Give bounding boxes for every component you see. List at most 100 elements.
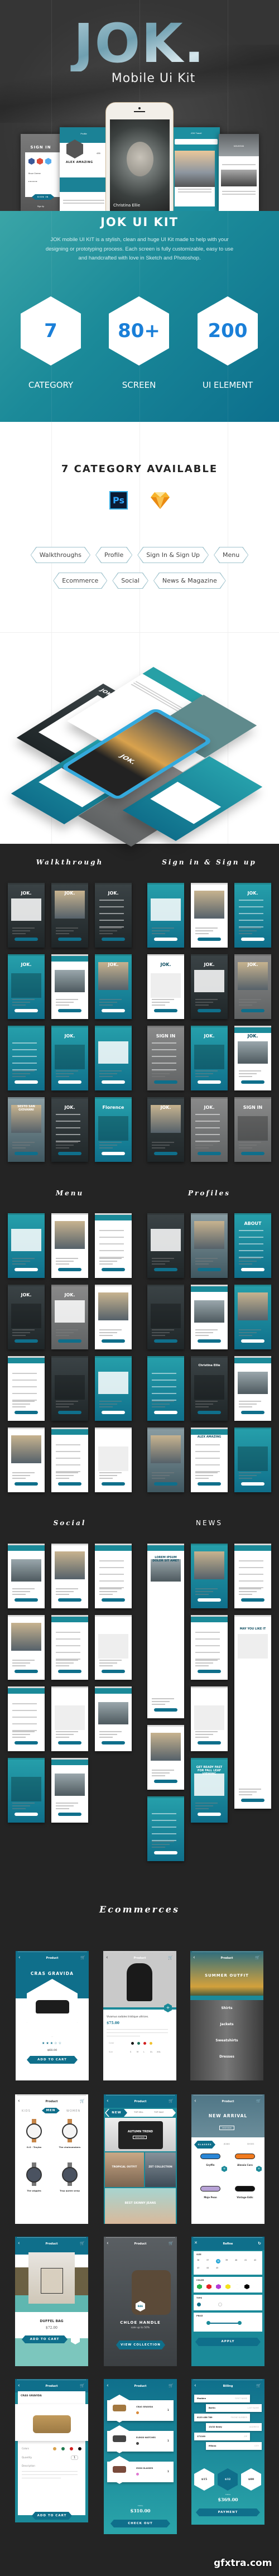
thumb-signin[interactable]: JOK. [147, 1097, 184, 1162]
size-option[interactable]: 45 [216, 2267, 218, 2269]
thumb-social[interactable] [8, 1615, 45, 1680]
color-swatch[interactable] [78, 2447, 81, 2450]
tag-walkthroughs[interactable]: Walkthroughs [31, 547, 90, 563]
size-option[interactable]: XXL [157, 2051, 161, 2053]
product-name[interactable]: Alessia Cara [228, 2164, 262, 2166]
thumb-signin[interactable]: JOK. [234, 954, 271, 1019]
payment-button[interactable]: PAYMENT [196, 2508, 260, 2516]
thumb-social[interactable] [51, 1615, 88, 1680]
color-swatch[interactable] [70, 2447, 73, 2450]
thumb-profiles[interactable]: Christina Ellie [191, 1356, 228, 1421]
thumb-signin[interactable]: JOK. [234, 883, 271, 948]
color-swatch[interactable] [131, 2042, 134, 2045]
thumb-social[interactable] [8, 1544, 45, 1608]
category-sweatshirts[interactable]: Sweatshirts [190, 2032, 263, 2049]
thumb-social[interactable] [95, 1544, 132, 1608]
tab-women[interactable]: WOMEN [66, 2109, 80, 2113]
color-swatch[interactable] [61, 2447, 65, 2450]
category-dresses[interactable]: Dresses [190, 2049, 263, 2065]
checkout-button[interactable]: CHECK OUT [110, 2520, 170, 2527]
thumb-signin[interactable]: JOK. [191, 954, 228, 1019]
thumb-walkthrough[interactable]: Florence [95, 1097, 132, 1162]
product-name[interactable]: Vintage Eidic [228, 2196, 262, 2199]
tag-social[interactable]: Social [112, 573, 148, 589]
thumb-menu[interactable] [51, 1213, 88, 1278]
color-swatch[interactable] [216, 2284, 221, 2289]
thumb-profiles[interactable] [147, 1356, 184, 1421]
product-name[interactable]: Maje Pean [194, 2196, 227, 2199]
thumb-signin[interactable]: JOK. [147, 954, 184, 1019]
cart-icon[interactable]: 🛒 [80, 1955, 85, 1960]
thumb-signin[interactable] [191, 883, 228, 948]
size-option[interactable]: 41 [244, 2259, 247, 2261]
tag-profile[interactable]: Profile [95, 547, 132, 563]
product-name[interactable]: Gryffin [194, 2164, 227, 2166]
thumb-walkthrough[interactable]: JOK. [8, 883, 45, 948]
thumb-walkthrough[interactable] [95, 1026, 132, 1090]
glasses-image[interactable] [235, 2186, 255, 2191]
thumb-menu[interactable] [8, 1213, 45, 1278]
thumb-news[interactable] [191, 1544, 228, 1608]
thumb-profiles[interactable] [234, 1285, 271, 1349]
billing-field-city[interactable]: Milano CITY [206, 2442, 262, 2450]
thumb-menu[interactable] [51, 1356, 88, 1421]
watch-image[interactable] [26, 2167, 42, 2183]
size-option[interactable]: M [137, 2051, 138, 2053]
billing-field-address[interactable]: 13/32 Kesty ADDRESS [206, 2423, 262, 2431]
watch-image[interactable] [62, 2123, 78, 2139]
thumb-social[interactable] [95, 1615, 132, 1680]
thumb-signin[interactable]: JOK. [191, 1097, 228, 1162]
twitter-icon[interactable] [45, 158, 51, 165]
thumb-walkthrough[interactable]: JOK. [51, 883, 88, 948]
thumb-profiles[interactable] [147, 1213, 184, 1278]
tag-news-magazine[interactable]: News & Magazine [153, 573, 226, 589]
type-radio[interactable] [218, 2303, 222, 2306]
thumb-profiles[interactable] [147, 1285, 184, 1349]
thumb-news[interactable] [191, 1615, 228, 1680]
thumb-walkthrough[interactable] [51, 954, 88, 1019]
thumb-menu[interactable] [8, 1356, 45, 1421]
thumb-signin[interactable]: JOK. [234, 1026, 271, 1090]
thumb-news[interactable] [191, 1686, 228, 1751]
thumb-news[interactable] [147, 1725, 184, 1790]
thumb-menu[interactable]: JOK. [51, 1285, 88, 1349]
slider-handle-max[interactable] [238, 2321, 242, 2325]
thumb-profiles[interactable] [147, 1428, 184, 1492]
thumb-social[interactable] [51, 1544, 88, 1608]
size-option[interactable]: 43 [197, 2267, 199, 2269]
category-jackets[interactable]: Jackets [190, 2016, 263, 2033]
thumb-news[interactable] [147, 1796, 184, 1861]
size-option[interactable]: S [130, 2051, 131, 2053]
add-icon[interactable]: + [256, 2166, 262, 2172]
thumb-news[interactable] [234, 1544, 271, 1608]
watch-image[interactable] [62, 2167, 78, 2183]
quantity-select[interactable]: 1 [71, 2455, 79, 2460]
size-option[interactable]: XL [150, 2051, 152, 2053]
add-to-cart-button[interactable]: ADD TO CART [27, 2056, 78, 2064]
thumb-walkthrough[interactable] [8, 1026, 45, 1090]
price-range-slider[interactable] [208, 2323, 239, 2324]
tab-jeans[interactable]: JEANS [224, 2143, 230, 2145]
thumb-signin[interactable] [147, 883, 184, 948]
glasses-image[interactable] [235, 2154, 255, 2159]
tag-ecommerce[interactable]: Ecommerce [53, 573, 107, 589]
thumb-menu[interactable] [8, 1428, 45, 1492]
size-option[interactable]: L [143, 2051, 145, 2053]
size-option[interactable]: 39 [225, 2259, 228, 2261]
facebook-icon[interactable] [28, 158, 35, 165]
billing-field-phone-number[interactable]: 0123 456 789 PHONE NUMBER [194, 2414, 250, 2421]
thumb-profiles[interactable] [191, 1213, 228, 1278]
tab-new[interactable]: NEW [106, 2109, 127, 2117]
thumb-walkthrough[interactable]: JOK. [95, 954, 132, 1019]
tag-sign-in-sign-up[interactable]: Sign In & Sign Up [137, 547, 209, 563]
thumb-social[interactable] [51, 1686, 88, 1751]
cart-item-quantity[interactable]: 1 [167, 2409, 169, 2411]
type-radio-selected[interactable] [197, 2303, 201, 2306]
thumb-signin[interactable]: SIGN IN [234, 1097, 271, 1162]
product-name[interactable]: The chainsmokers [54, 2146, 85, 2149]
refresh-icon[interactable]: ↻ [258, 2241, 261, 2246]
product-name[interactable]: O.G - Troybo [18, 2146, 50, 2149]
size-option[interactable]: 37 [206, 2259, 209, 2261]
thumb-profiles[interactable] [234, 1356, 271, 1421]
view-collection-button[interactable]: VIEW COLLECTION [116, 2340, 165, 2349]
